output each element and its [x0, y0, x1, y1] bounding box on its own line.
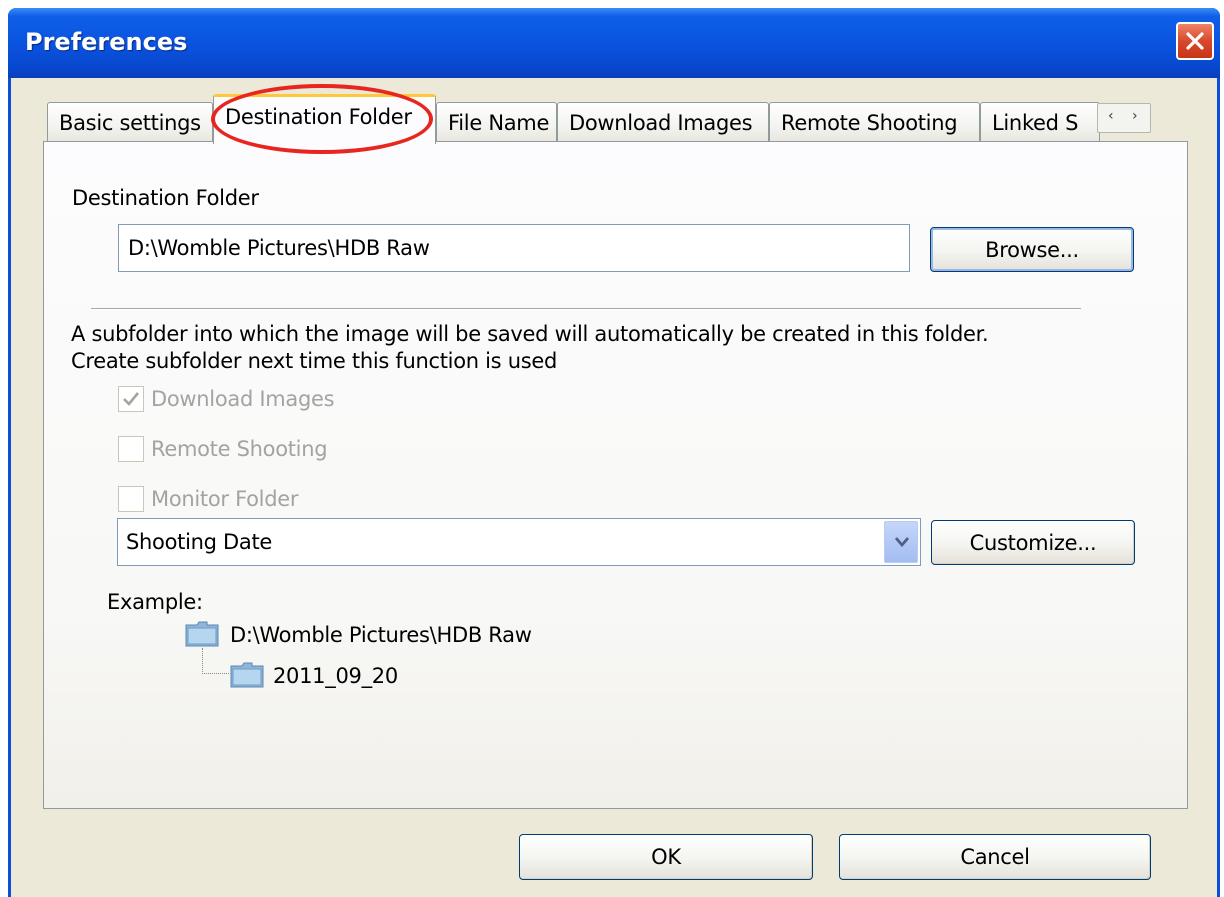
tab-label: Destination Folder: [225, 105, 412, 129]
close-icon: [1186, 32, 1204, 50]
tab-download-images[interactable]: Download Images: [557, 102, 769, 142]
destination-folder-label: Destination Folder: [72, 186, 259, 210]
subfolder-naming-select[interactable]: Shooting Date: [117, 518, 921, 566]
customize-button[interactable]: Customize...: [931, 520, 1135, 565]
example-child-folder: 2011_09_20: [273, 664, 398, 688]
tab-linked-software[interactable]: Linked S: [980, 102, 1100, 142]
tab-scroll-buttons[interactable]: ‹ ›: [1097, 103, 1151, 133]
window-title: Preferences: [25, 28, 188, 56]
remote-shooting-checkbox[interactable]: [118, 436, 144, 462]
folder-icon: [185, 621, 219, 647]
destination-path-input[interactable]: D:\Womble Pictures\HDB Raw: [118, 224, 910, 272]
dialog-client-area: Basic settings Destination Folder File N…: [11, 78, 1217, 897]
ok-button[interactable]: OK: [519, 834, 813, 880]
tab-destination-folder[interactable]: Destination Folder: [213, 94, 436, 144]
cancel-button[interactable]: Cancel: [839, 834, 1151, 880]
monitor-folder-checkbox[interactable]: [118, 486, 144, 512]
checkmark-icon: [123, 392, 140, 406]
tab-remote-shooting[interactable]: Remote Shooting: [769, 102, 980, 142]
subfolder-naming-value: Shooting Date: [126, 530, 273, 554]
example-label: Example:: [107, 590, 203, 614]
tab-label: Remote Shooting: [781, 111, 958, 135]
chevron-right-icon[interactable]: ›: [1132, 108, 1138, 124]
subfolder-heading: Create subfolder next time this function…: [71, 349, 557, 373]
subfolder-description: A subfolder into which the image will be…: [71, 322, 989, 346]
tab-label: Download Images: [569, 111, 753, 135]
tab-panel-destination-folder: Destination Folder D:\Womble Pictures\HD…: [43, 141, 1188, 809]
close-button[interactable]: [1176, 22, 1214, 60]
tab-basic-settings[interactable]: Basic settings: [47, 102, 213, 142]
download-images-label: Download Images: [151, 387, 335, 411]
tree-connector: [202, 648, 229, 674]
preferences-window: Preferences Basic settings Destination F…: [8, 8, 1220, 897]
tab-file-name[interactable]: File Name: [436, 102, 557, 142]
chevron-left-icon[interactable]: ‹: [1108, 108, 1114, 124]
dropdown-button[interactable]: [884, 521, 918, 563]
folder-icon: [230, 662, 264, 688]
remote-shooting-label: Remote Shooting: [151, 437, 328, 461]
download-images-checkbox[interactable]: [118, 386, 144, 412]
separator: [91, 308, 1081, 310]
tab-label: Basic settings: [59, 111, 201, 135]
title-bar[interactable]: Preferences: [8, 8, 1220, 78]
tab-label: Linked S: [992, 111, 1079, 135]
chevron-down-icon: [894, 537, 910, 548]
browse-button[interactable]: Browse...: [930, 227, 1134, 272]
monitor-folder-label: Monitor Folder: [151, 487, 299, 511]
tab-label: File Name: [448, 111, 550, 135]
example-root-path: D:\Womble Pictures\HDB Raw: [230, 623, 532, 647]
